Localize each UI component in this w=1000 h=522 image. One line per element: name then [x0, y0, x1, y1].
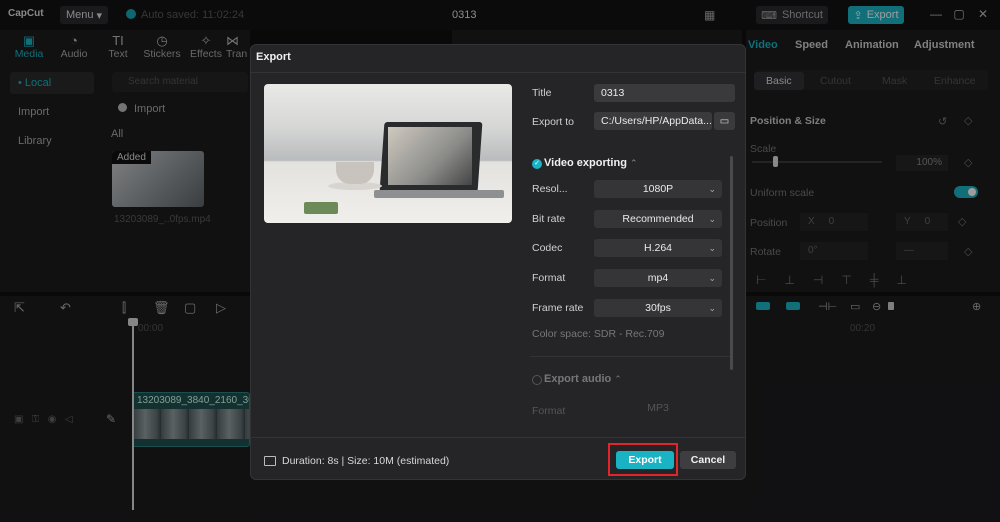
- dialog-title: Export: [256, 51, 291, 63]
- chevron-down-icon: ⌄: [708, 184, 716, 194]
- phone-shape: [304, 202, 338, 214]
- resolution-value: 1080P: [642, 183, 674, 195]
- resolution-select[interactable]: 1080P ⌄: [594, 180, 722, 198]
- format-value: mp4: [647, 272, 669, 284]
- chevron-up-icon: ⌃: [614, 374, 622, 384]
- export-audio-label: Export audio: [544, 373, 612, 385]
- chevron-down-icon: ⌄: [708, 273, 716, 283]
- chevron-down-icon: ⌄: [708, 214, 716, 224]
- laptop-screen: [388, 127, 472, 185]
- film-icon: [264, 456, 276, 466]
- folder-icon[interactable]: ▭: [714, 112, 735, 130]
- audio-format-value: MP3: [647, 402, 669, 414]
- codec-value: H.264: [643, 242, 673, 254]
- codec-label: Codec: [532, 242, 563, 254]
- duration-text: Duration: 8s | Size: 10M (estimated): [282, 455, 450, 467]
- chevron-down-icon: ⌄: [708, 303, 716, 313]
- footer-divider: [251, 437, 745, 438]
- bitrate-select[interactable]: Recommended ⌄: [594, 210, 722, 228]
- export-to-label: Export to: [532, 116, 575, 128]
- frame-rate-value: 30fps: [645, 302, 671, 314]
- bitrate-value: Recommended: [622, 213, 694, 225]
- codec-select[interactable]: H.264 ⌄: [594, 239, 722, 257]
- title-label: Title: [532, 87, 552, 99]
- export-path-input[interactable]: C:/Users/HP/AppData...: [594, 112, 712, 130]
- frame-rate-label: Frame rate: [532, 302, 584, 314]
- frame-rate-select[interactable]: 30fps ⌄: [594, 299, 722, 317]
- audio-format-select[interactable]: MP3: [594, 402, 722, 416]
- format-select[interactable]: mp4 ⌄: [594, 269, 722, 287]
- video-exporting-label: Video exporting: [544, 157, 627, 169]
- section-divider: [530, 356, 730, 357]
- duration-info: Duration: 8s | Size: 10M (estimated): [264, 455, 449, 467]
- chevron-up-icon: ⌃: [629, 158, 638, 168]
- chevron-down-icon: ⌄: [708, 243, 716, 253]
- cancel-button[interactable]: Cancel: [680, 451, 736, 469]
- export-audio-heading[interactable]: Export audio ⌃: [544, 373, 622, 385]
- export-button[interactable]: Export: [616, 451, 674, 469]
- title-input[interactable]: 0313: [594, 84, 735, 102]
- video-export-checkbox[interactable]: ✓: [532, 159, 542, 169]
- coffee-cup-shape: [336, 162, 374, 184]
- export-audio-checkbox[interactable]: [532, 375, 542, 385]
- laptop-base: [374, 190, 504, 198]
- color-space-text: Color space: SDR - Rec.709: [532, 328, 665, 340]
- dialog-divider: [251, 72, 745, 73]
- audio-format-label: Format: [532, 405, 566, 417]
- resolution-label: Resol...: [532, 183, 568, 195]
- export-preview-image: [264, 84, 512, 223]
- format-label: Format: [532, 272, 566, 284]
- dialog-scrollbar[interactable]: [730, 156, 733, 370]
- bitrate-label: Bit rate: [532, 213, 566, 225]
- video-exporting-heading[interactable]: Video exporting ⌃: [544, 157, 638, 169]
